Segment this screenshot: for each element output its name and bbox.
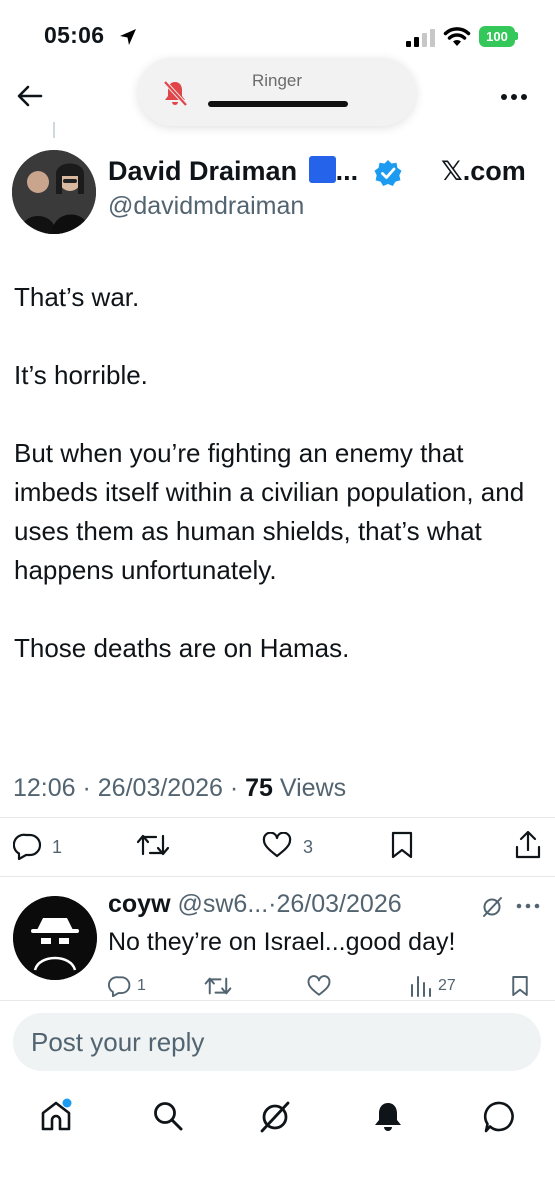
views-count: 75 <box>245 774 273 802</box>
reply-like-icon[interactable] <box>307 975 331 997</box>
home-icon[interactable] <box>38 1098 74 1134</box>
bottom-nav <box>0 1088 555 1148</box>
reply-author-name[interactable]: coyw <box>108 890 171 918</box>
divider <box>0 1000 555 1001</box>
ringer-notification: Ringer <box>138 58 416 126</box>
tweet-paragraph: It’s horrible. <box>14 360 148 390</box>
verified-badge-icon <box>374 160 402 186</box>
reply-handle[interactable]: @sw6... <box>177 890 268 918</box>
thread-connector <box>53 122 55 138</box>
reply-input[interactable]: Post your reply <box>13 1013 541 1071</box>
reply-repost-icon[interactable] <box>204 975 232 997</box>
ringer-volume-bar <box>208 101 348 107</box>
reply-bookmark-icon[interactable] <box>511 974 529 998</box>
name-ellipsis: ... <box>335 156 359 186</box>
tweet-paragraph: Those deaths are on Hamas. <box>14 633 350 663</box>
reply-icon[interactable] <box>13 832 43 860</box>
like-icon[interactable] <box>262 832 292 858</box>
x-watermark: 𝕏.com <box>441 156 526 186</box>
divider <box>0 817 555 818</box>
tweet-text: That’s war. It’s horrible. But when you’… <box>14 278 544 668</box>
reply-text: No they’re on Israel...good day! <box>108 928 456 956</box>
cellular-signal-icon <box>406 29 435 47</box>
like-count: 3 <box>303 837 314 857</box>
location-arrow-icon <box>120 29 136 45</box>
author-name[interactable]: David Draiman ... <box>108 156 358 187</box>
battery-tip <box>515 32 518 40</box>
reply-header[interactable]: coyw @sw6...·26/03/2026 <box>108 890 402 919</box>
share-icon[interactable] <box>514 830 542 860</box>
views-label: Views <box>279 774 347 802</box>
flag-emoji <box>308 156 336 183</box>
battery-indicator: 100 <box>479 26 515 47</box>
reply-date: 26/03/2026 <box>276 890 402 918</box>
reply-reply-count: 1 <box>137 977 146 994</box>
views-chart-icon[interactable] <box>409 975 431 997</box>
reply-count: 1 <box>52 837 63 857</box>
grok-nav-icon[interactable] <box>258 1100 292 1134</box>
grok-icon[interactable] <box>481 896 503 918</box>
divider <box>0 876 555 877</box>
notifications-bell-icon[interactable] <box>372 1100 404 1134</box>
reply-more-icon[interactable] <box>516 902 540 910</box>
tweet-paragraph: That’s war. <box>14 282 140 312</box>
tweet-paragraph: But when you’re fighting an enemy that i… <box>14 438 525 585</box>
search-icon[interactable] <box>152 1100 184 1132</box>
reply-reply-icon[interactable] <box>108 975 132 997</box>
repost-icon[interactable] <box>136 832 170 858</box>
more-options-icon[interactable] <box>500 92 528 102</box>
wifi-icon <box>443 27 471 46</box>
tweet-meta: 12:06 · 26/03/2026 · 75 Views <box>13 774 347 802</box>
bookmark-icon[interactable] <box>390 831 414 859</box>
ringer-label: Ringer <box>251 71 303 90</box>
author-handle[interactable]: @davidmdraiman <box>108 192 304 221</box>
messages-icon[interactable] <box>483 1100 517 1134</box>
status-time: 05:06 <box>44 22 105 48</box>
reply-avatar[interactable] <box>13 896 97 980</box>
reply-views-count: 27 <box>438 977 456 994</box>
back-arrow-icon[interactable] <box>16 84 44 108</box>
tweet-date[interactable]: 26/03/2026 <box>98 774 223 802</box>
author-avatar[interactable] <box>12 150 96 234</box>
tweet-time[interactable]: 12:06 <box>13 774 76 802</box>
